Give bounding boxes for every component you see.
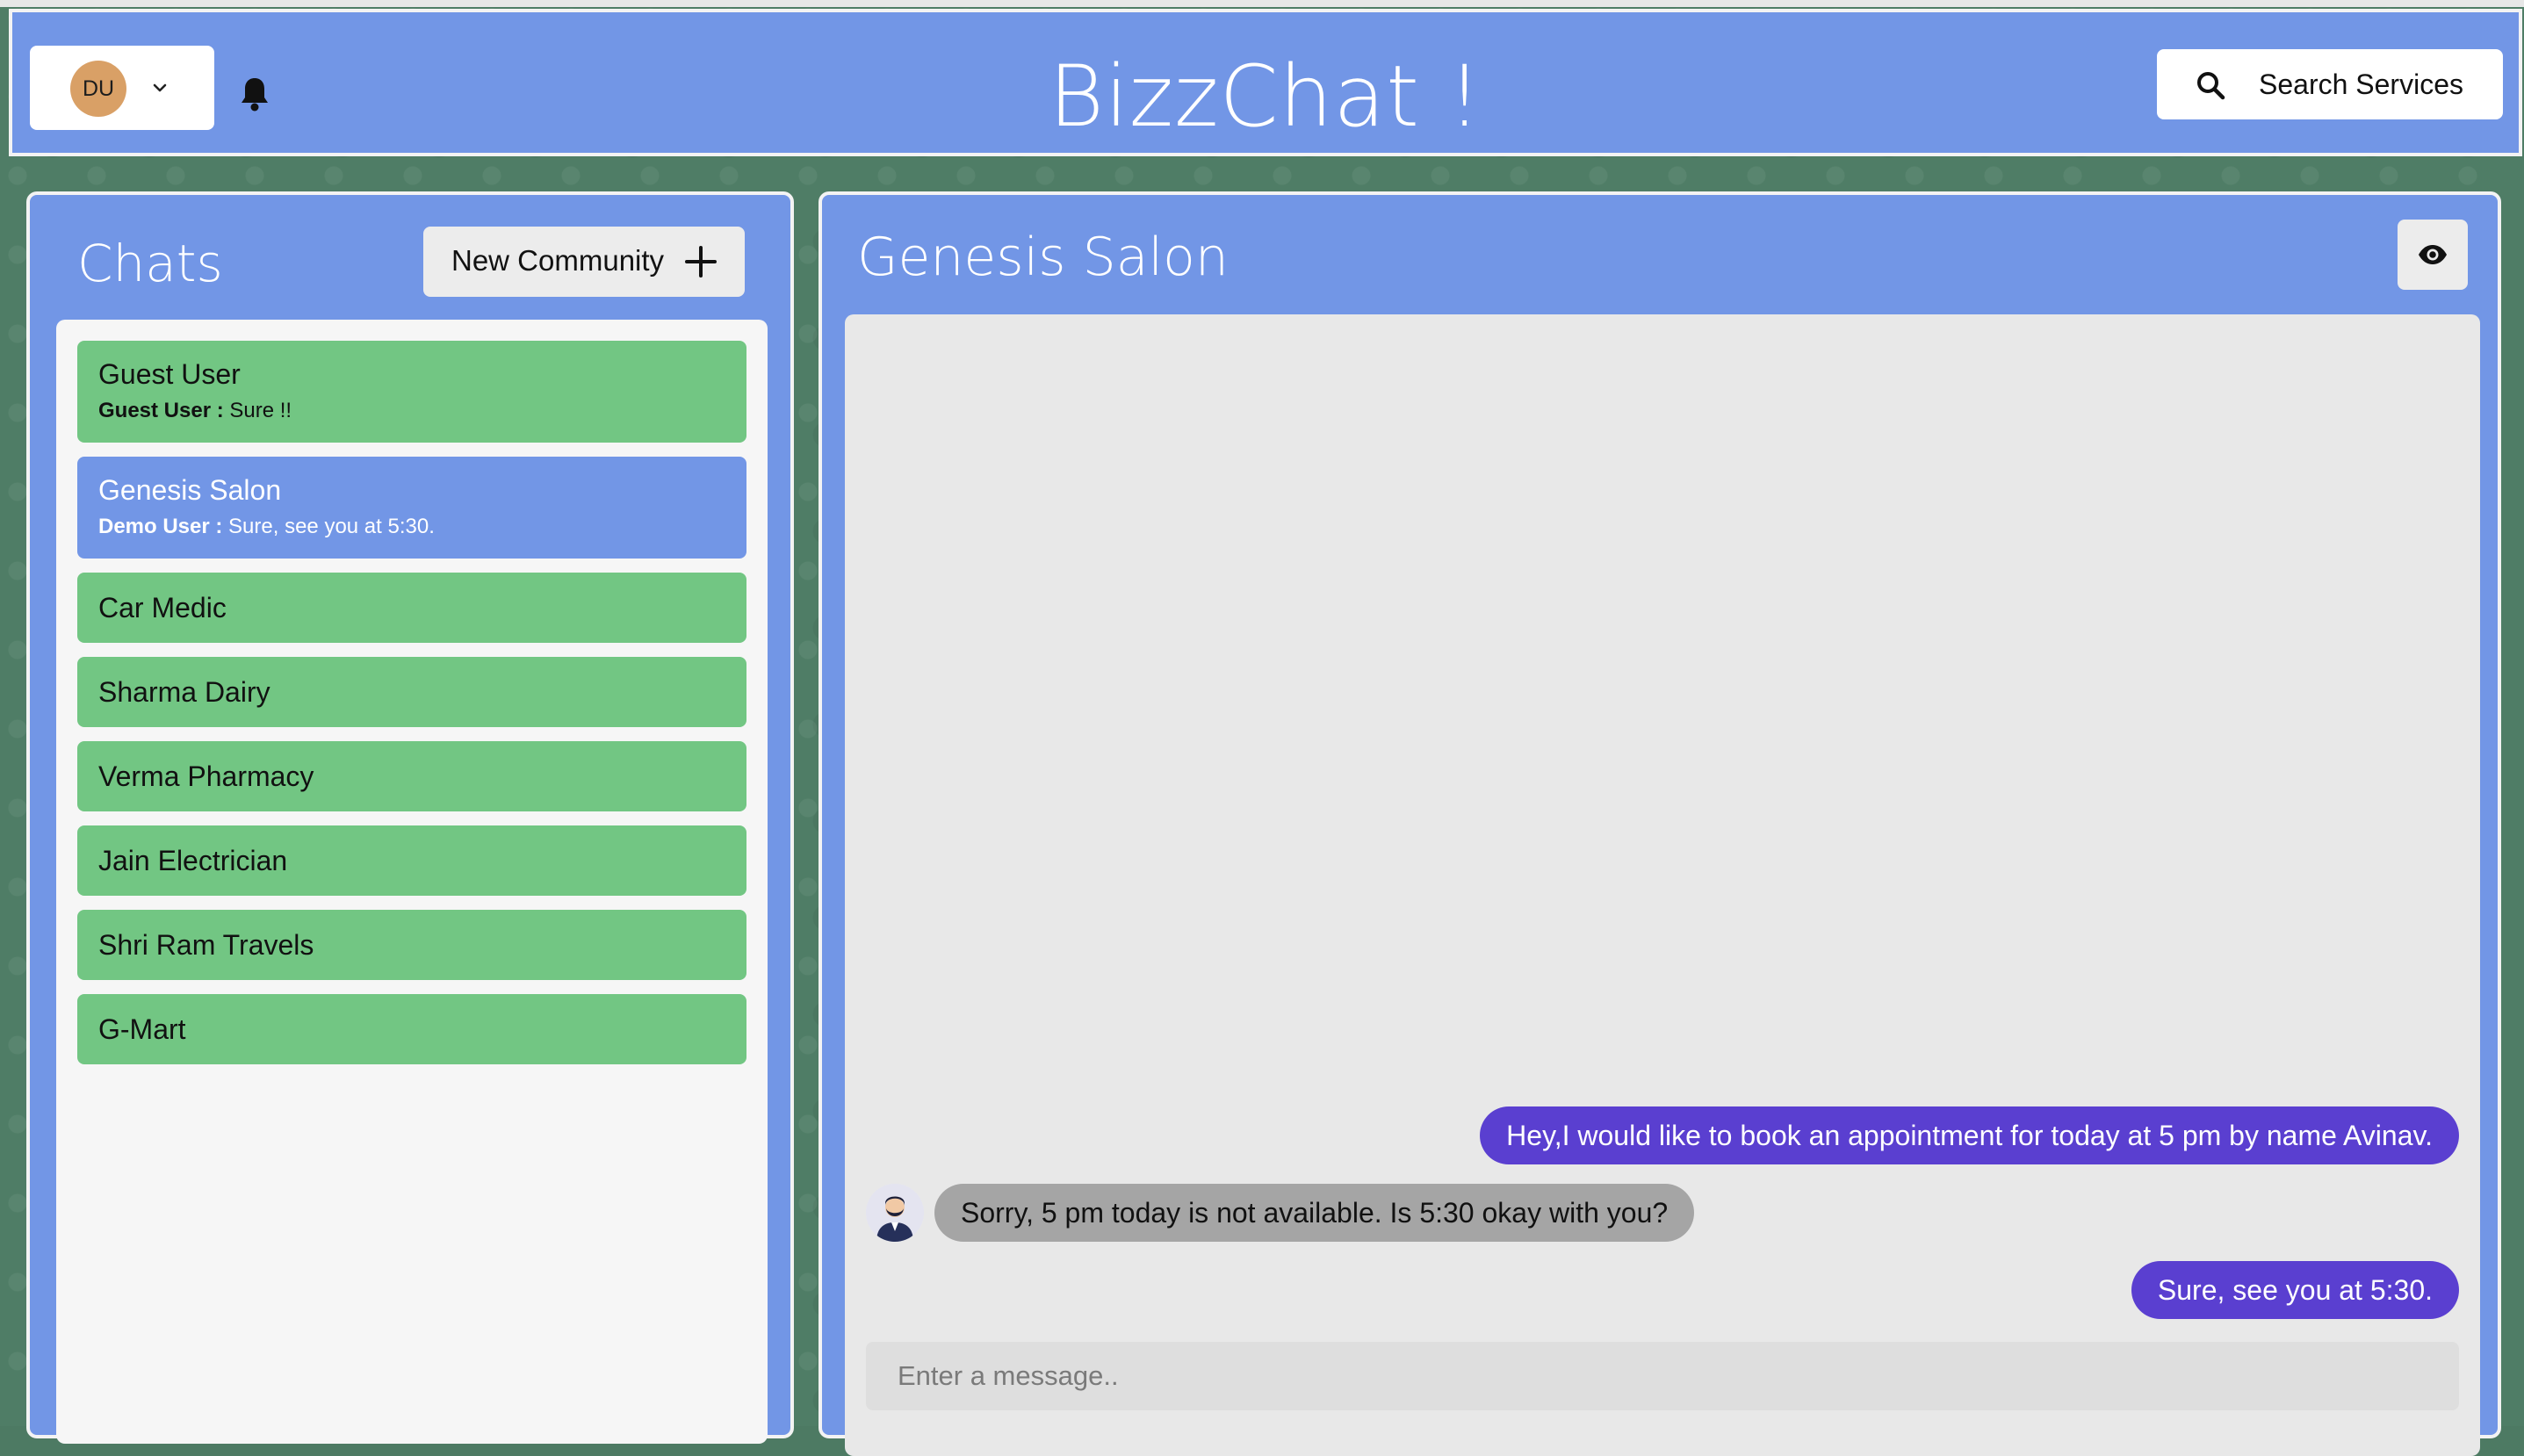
chat-item-name: G-Mart (98, 1013, 186, 1045)
chat-preview-sender: Demo User : (98, 515, 223, 538)
chat-preview-text: Sure !! (223, 399, 292, 422)
chat-item-car-medic[interactable]: Car Medic (77, 573, 746, 643)
conversation-panel: Genesis Salon Hey,I would like to book a… (818, 191, 2501, 1456)
new-community-button[interactable]: New Community (423, 227, 745, 297)
chat-item-name: Shri Ram Travels (98, 929, 314, 961)
app-title: BizzChat ! (1049, 47, 1482, 146)
chat-item-name: Verma Pharmacy (98, 760, 314, 792)
browser-edge (0, 0, 2524, 7)
new-community-label: New Community (451, 244, 665, 277)
message-area: Hey,I would like to book an appointment … (845, 314, 2480, 1456)
conversation-title: Genesis Salon (857, 227, 1229, 288)
view-profile-button[interactable] (2398, 220, 2468, 290)
search-services-button[interactable]: Search Services (2157, 49, 2503, 119)
chat-item-jain-electrician[interactable]: Jain Electrician (77, 825, 746, 896)
chat-item-verma-pharmacy[interactable]: Verma Pharmacy (77, 741, 746, 811)
plus-icon (685, 246, 717, 278)
app-header: DU BizzChat ! Search Services (9, 9, 2522, 156)
eye-icon (2419, 245, 2447, 264)
chat-item-name: Sharma Dairy (98, 676, 270, 708)
chat-list: Guest User Guest User : Sure !! Genesis … (56, 320, 768, 1444)
chats-heading: Chats (77, 234, 223, 293)
chat-item-preview: Demo User : Sure, see you at 5:30. (98, 515, 435, 539)
search-icon (2197, 72, 2225, 100)
message-input[interactable] (866, 1342, 2459, 1410)
chat-item-name: Jain Electrician (98, 845, 288, 876)
search-services-label: Search Services (2259, 68, 2463, 100)
message-incoming: Sorry, 5 pm today is not available. Is 5… (934, 1184, 1695, 1242)
message-outgoing: Sure, see you at 5:30. (2131, 1261, 2459, 1319)
chat-item-guest-user[interactable]: Guest User Guest User : Sure !! (77, 341, 746, 443)
chat-item-shri-ram-travels[interactable]: Shri Ram Travels (77, 910, 746, 980)
sender-avatar (866, 1184, 924, 1242)
chat-preview-sender: Guest User : (98, 399, 224, 422)
chat-item-name: Genesis Salon (98, 474, 282, 506)
chat-item-name: Car Medic (98, 592, 227, 623)
chat-item-genesis-salon[interactable]: Genesis Salon Demo User : Sure, see you … (77, 457, 746, 559)
chat-item-name: Guest User (98, 358, 241, 390)
person-icon (866, 1184, 924, 1242)
chat-item-g-mart[interactable]: G-Mart (77, 994, 746, 1064)
message-outgoing: Hey,I would like to book an appointment … (1480, 1106, 2459, 1164)
chats-panel: Chats New Community Guest User Guest Use… (26, 191, 794, 1444)
chat-item-preview: Guest User : Sure !! (98, 399, 292, 423)
chat-preview-text: Sure, see you at 5:30. (222, 515, 435, 538)
chat-item-sharma-dairy[interactable]: Sharma Dairy (77, 657, 746, 727)
